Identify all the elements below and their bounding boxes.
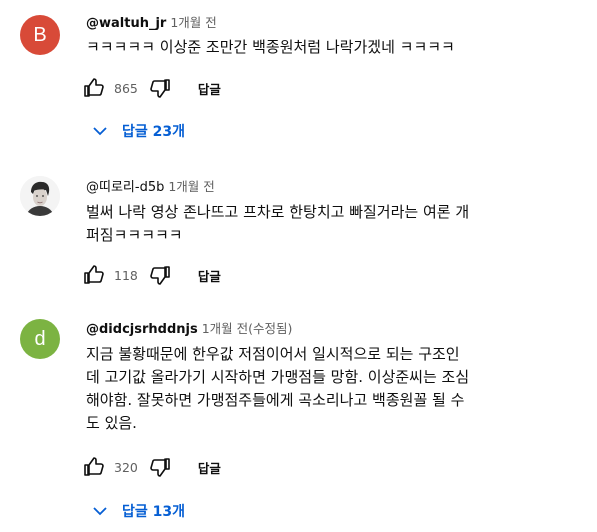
comment-timestamp[interactable]: 1개월 전 [168, 179, 214, 194]
comment-timestamp[interactable]: 1개월 전 [170, 15, 216, 30]
replies-toggle-button[interactable]: 답글 13개 [86, 497, 185, 525]
comment-text: 지금 불황때문에 한우값 저점이어서 일시적으로 되는 구조인 데 고기값 올라… [86, 345, 470, 432]
comment-header: @waltuh_jr 1개월 전 [86, 12, 217, 31]
reply-button[interactable]: 답글 [198, 458, 221, 477]
avatar[interactable]: d [20, 319, 60, 359]
like-count: 865 [114, 80, 138, 96]
thumbs-up-icon [84, 78, 104, 97]
avatar-letter: B [33, 23, 47, 46]
thumbs-down-icon [150, 458, 170, 477]
like-count: 320 [114, 459, 138, 475]
reply-button[interactable]: 답글 [198, 79, 221, 98]
avatar[interactable]: B [20, 15, 60, 55]
comment-actions: 118 답글 [80, 261, 221, 289]
dislike-button[interactable] [146, 74, 174, 102]
comment-author[interactable]: @didcjsrhddnjs [86, 322, 198, 337]
person-photo-avatar [20, 176, 60, 216]
avatar[interactable] [20, 176, 60, 216]
comment-header: @띠로리-d5b 1개월 전 [86, 176, 215, 195]
chevron-down-icon [93, 507, 107, 516]
replies-toggle-label: 답글 23개 [122, 124, 185, 140]
comment-actions: 865 답글 [80, 74, 221, 102]
avatar-letter: d [34, 327, 46, 350]
thumbs-up-icon [84, 265, 104, 284]
reply-button[interactable]: 답글 [198, 266, 221, 285]
thumbs-down-icon [150, 79, 170, 98]
replies-toggle-label: 답글 13개 [122, 504, 185, 520]
comment-text: 벌써 나락 영상 존나뜨고 프차로 한탕치고 빠질거라는 여론 개 퍼짐ㅋㅋㅋㅋ… [86, 203, 470, 244]
comment-author[interactable]: @waltuh_jr [86, 16, 166, 31]
comment-text: ㅋㅋㅋㅋㅋ 이상준 조만간 백종원처럼 나락가겠네 ㅋㅋㅋㅋ [86, 38, 455, 56]
like-button[interactable] [80, 453, 108, 481]
like-count: 118 [114, 267, 138, 283]
like-button[interactable] [80, 74, 108, 102]
chevron-down-icon [93, 127, 107, 136]
comment-author[interactable]: @띠로리-d5b [86, 180, 164, 195]
comment-timestamp[interactable]: 1개월 전(수정됨) [202, 321, 293, 336]
dislike-button[interactable] [146, 261, 174, 289]
dislike-button[interactable] [146, 453, 174, 481]
comment-actions: 320 답글 [80, 453, 221, 481]
thumbs-down-icon [150, 266, 170, 285]
like-button[interactable] [80, 261, 108, 289]
comment-header: @didcjsrhddnjs 1개월 전(수정됨) [86, 318, 292, 337]
replies-toggle-button[interactable]: 답글 23개 [86, 117, 185, 145]
thumbs-up-icon [84, 457, 104, 476]
